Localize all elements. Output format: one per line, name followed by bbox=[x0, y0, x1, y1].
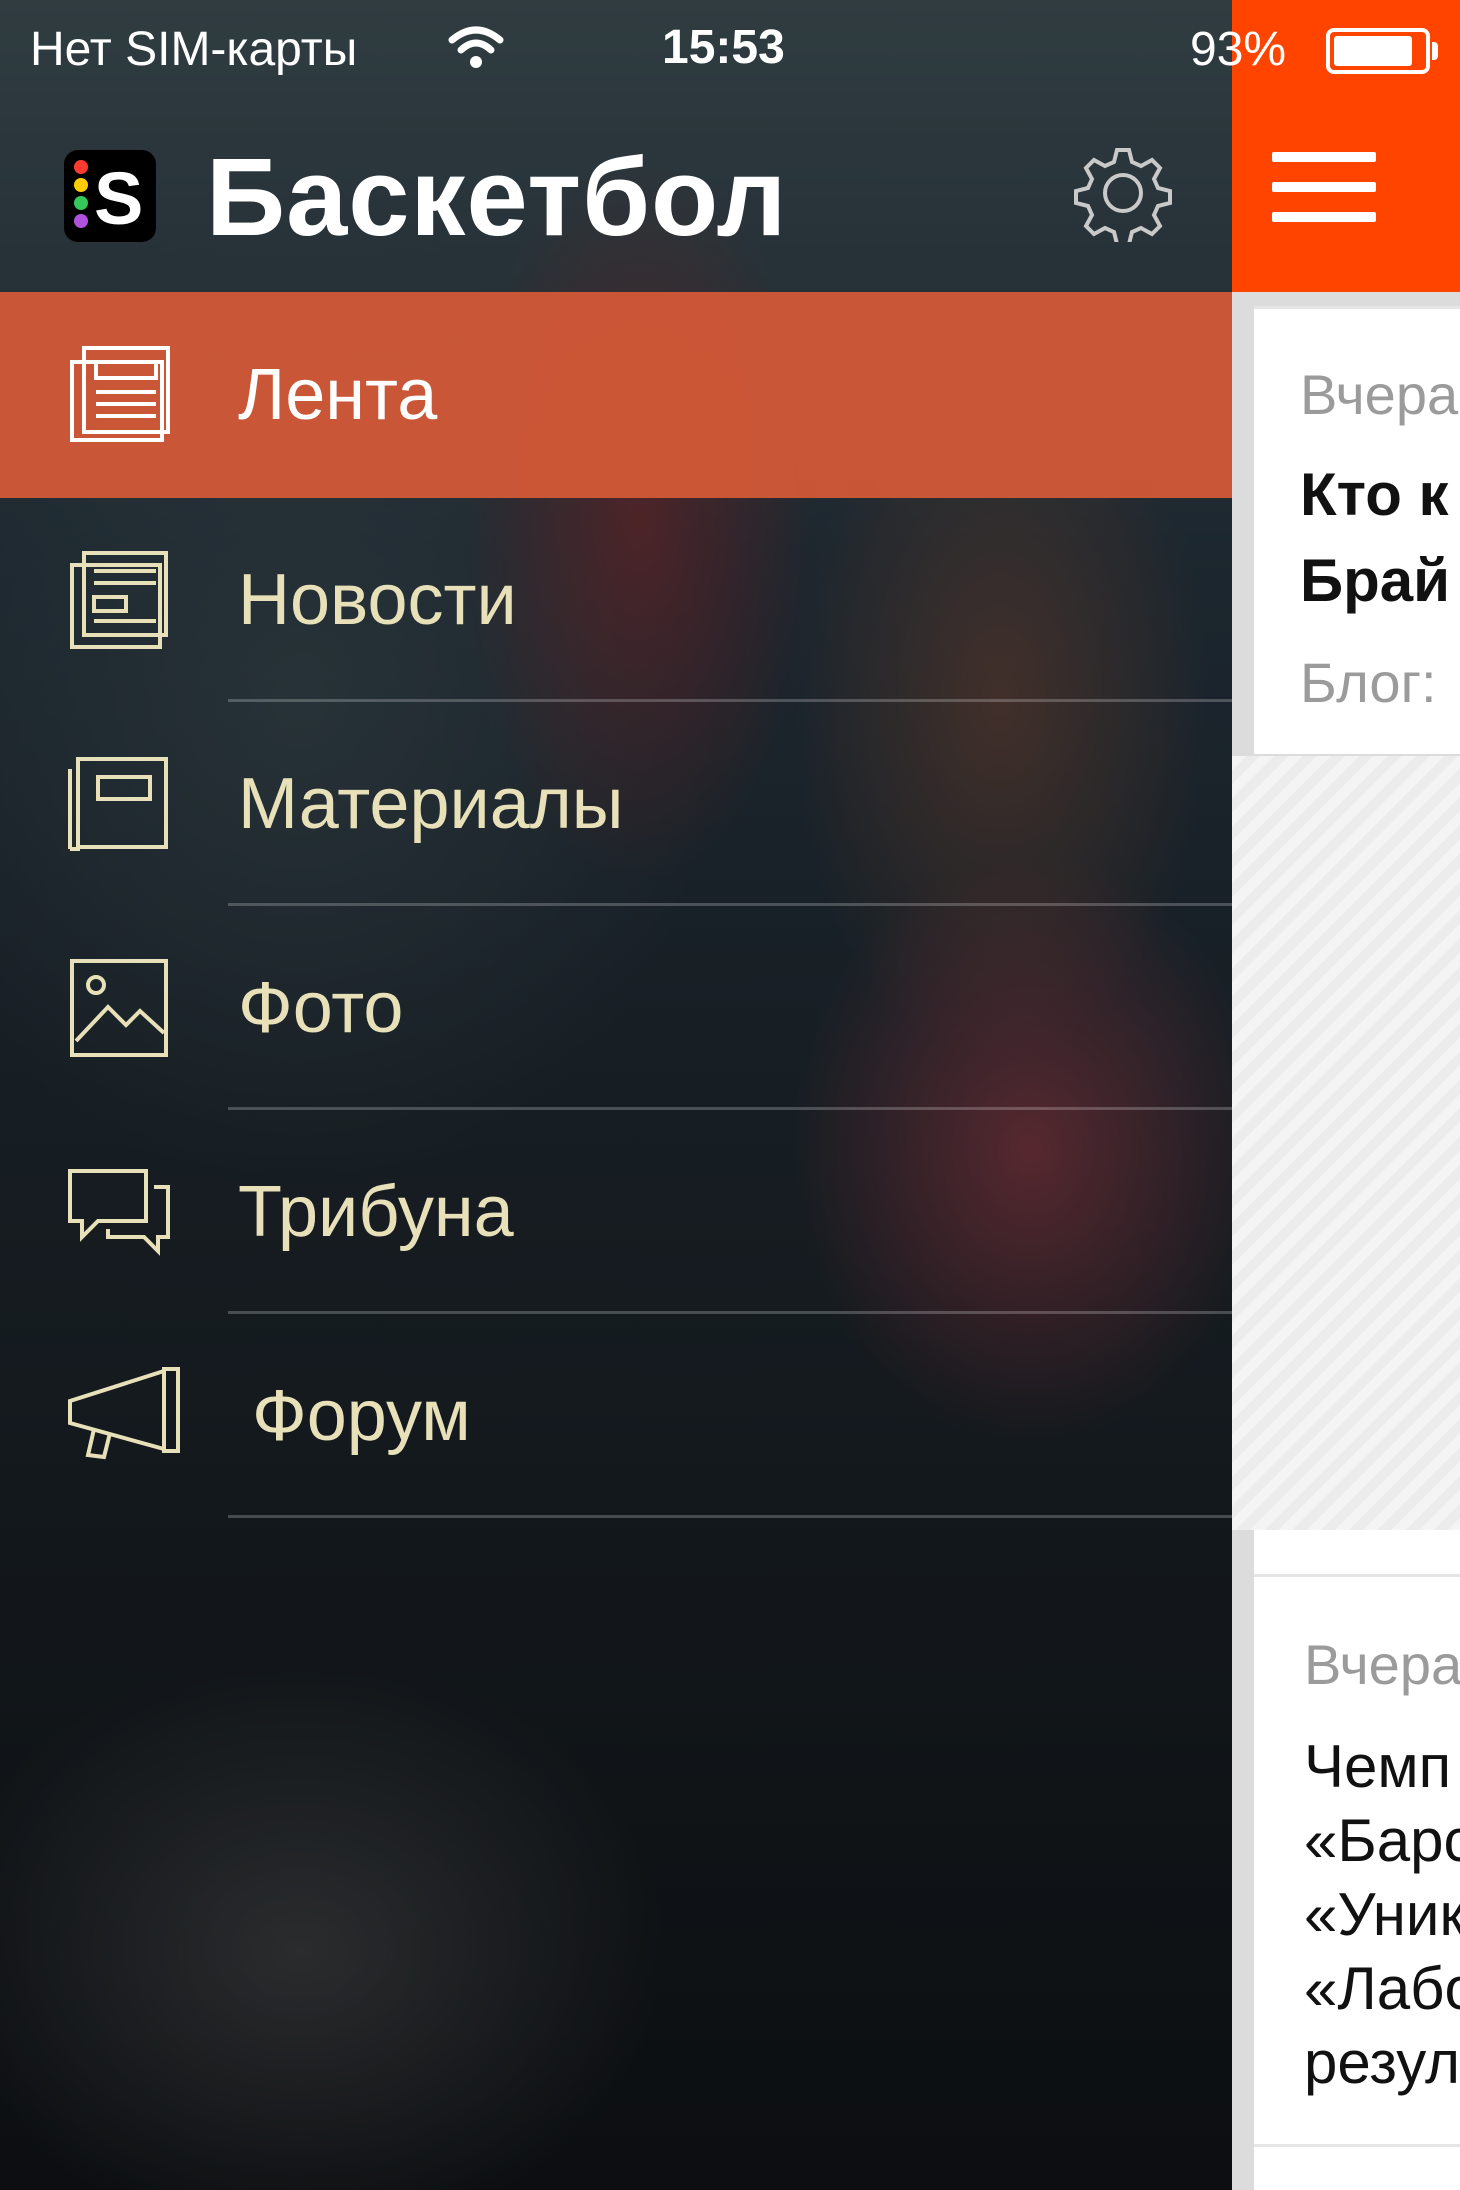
main-content-peek: Вчера Кто к Брай Блог: Вчера Чемп «Барс … bbox=[1232, 0, 1460, 2190]
menu-item-news[interactable]: Новости bbox=[0, 498, 1232, 702]
menu-item-feed[interactable]: Лента bbox=[0, 292, 1232, 498]
menu-item-forum[interactable]: Форум bbox=[0, 1314, 1232, 1518]
divider bbox=[1254, 1574, 1460, 1577]
photo-icon bbox=[64, 953, 174, 1063]
menu-item-photo[interactable]: Фото bbox=[0, 906, 1232, 1110]
menu-item-label: Материалы bbox=[238, 764, 624, 844]
app-screen: Нет SIM-карты 15:53 93% S Баскетбол Лент… bbox=[0, 0, 1460, 2190]
navigation-menu: Лента Новости Материалы Фото Трибуна Фор… bbox=[0, 292, 1232, 1518]
side-drawer: S Баскетбол Лента Новости Материалы Фото… bbox=[0, 0, 1232, 2190]
megaphone-icon bbox=[64, 1361, 180, 1471]
menu-item-label: Лента bbox=[238, 355, 438, 435]
wifi-icon bbox=[446, 24, 506, 81]
status-bar: Нет SIM-карты 15:53 93% bbox=[0, 0, 1460, 100]
card-date: Вчера bbox=[1300, 363, 1459, 426]
articles-icon bbox=[64, 749, 174, 859]
card-category: Блог: bbox=[1300, 651, 1437, 714]
menu-item-label: Фото bbox=[238, 968, 404, 1048]
card-body-line: резул bbox=[1304, 2029, 1460, 2096]
divider bbox=[1254, 2144, 1460, 2147]
carrier-label: Нет SIM-карты bbox=[30, 23, 358, 76]
article-photo[interactable] bbox=[1232, 756, 1460, 2190]
news-icon bbox=[64, 545, 174, 655]
divider bbox=[1254, 306, 1460, 309]
hamburger-icon[interactable] bbox=[1272, 152, 1376, 222]
card-date: Вчера bbox=[1304, 1633, 1460, 1696]
divider bbox=[228, 1515, 1232, 1518]
menu-item-tribune[interactable]: Трибуна bbox=[0, 1110, 1232, 1314]
battery-icon bbox=[1326, 28, 1438, 74]
card-headline: Брай bbox=[1300, 547, 1451, 614]
card-headline: Кто к bbox=[1300, 461, 1449, 528]
app-title: Баскетбол bbox=[206, 136, 788, 259]
logo-letter: S bbox=[94, 157, 144, 240]
menu-item-label: Новости bbox=[238, 560, 517, 640]
menu-item-articles[interactable]: Материалы bbox=[0, 702, 1232, 906]
app-logo: S bbox=[64, 150, 156, 242]
menu-item-label: Трибуна bbox=[238, 1172, 514, 1252]
menu-item-label: Форум bbox=[252, 1376, 471, 1456]
gear-icon[interactable] bbox=[1074, 144, 1172, 246]
chat-bubbles-icon bbox=[64, 1157, 174, 1267]
battery-percent: 93% bbox=[1190, 23, 1287, 76]
clock: 15:53 bbox=[662, 21, 785, 74]
feed-icon bbox=[64, 340, 174, 450]
